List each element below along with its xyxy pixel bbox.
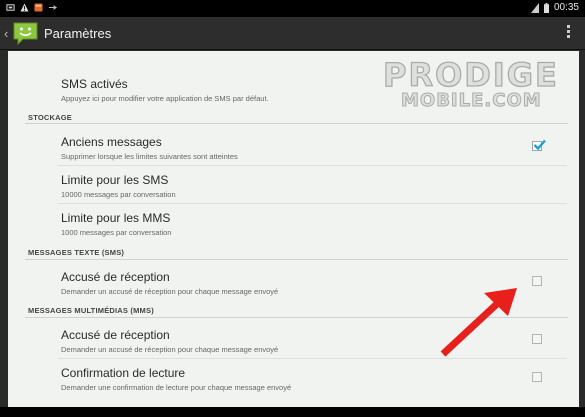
pref-title: Limite pour les MMS bbox=[61, 211, 171, 225]
settings-list: PRODIGE MOBILE.COM SMS activés Appuyez i… bbox=[8, 51, 579, 407]
page-title: Paramètres bbox=[44, 26, 112, 41]
pref-summary: Supprimer lorsque les limites suivantes … bbox=[61, 152, 238, 161]
pref-summary: Demander une confirmation de lecture pou… bbox=[61, 383, 292, 392]
category-divider bbox=[25, 317, 568, 318]
warning-icon bbox=[20, 3, 29, 12]
status-bar-system: 00:35 bbox=[530, 2, 579, 13]
category-divider bbox=[25, 123, 568, 124]
back-chevron-icon[interactable]: ‹ bbox=[4, 26, 8, 41]
pref-sms-delivery-report[interactable]: Accusé de réception Demander un accusé d… bbox=[61, 270, 551, 297]
pref-title: SMS activés bbox=[61, 77, 128, 91]
mms-read-report-checkbox[interactable] bbox=[532, 372, 542, 382]
usb-icon bbox=[48, 5, 57, 10]
pref-sms-enabled[interactable]: SMS activés Appuyez ici pour modifier vo… bbox=[61, 77, 551, 104]
action-bar: ‹ Paramètres bbox=[0, 17, 585, 50]
messaging-app-icon[interactable] bbox=[12, 21, 39, 46]
category-mms: MESSAGES MULTIMÉDIAS (MMS) bbox=[28, 306, 154, 315]
status-bar: 00:35 bbox=[0, 0, 585, 17]
pref-old-messages[interactable]: Anciens messages Supprimer lorsque les l… bbox=[61, 135, 551, 162]
old-messages-checkbox[interactable] bbox=[532, 139, 546, 151]
pref-title: Anciens messages bbox=[61, 135, 162, 149]
pref-title: Accusé de réception bbox=[61, 328, 170, 342]
pref-summary: 10000 messages par conversation bbox=[61, 190, 176, 199]
mms-delivery-report-checkbox[interactable] bbox=[532, 334, 542, 344]
pref-mms-read-report[interactable]: Confirmation de lecture Demander une con… bbox=[61, 366, 551, 393]
divider bbox=[58, 165, 567, 166]
overflow-menu-icon[interactable] bbox=[567, 25, 571, 38]
pref-summary: Demander un accusé de réception pour cha… bbox=[61, 345, 279, 354]
navigation-bar bbox=[0, 407, 585, 417]
pref-title: Limite pour les SMS bbox=[61, 173, 169, 187]
checkmark-icon bbox=[533, 139, 546, 151]
pref-mms-limit[interactable]: Limite pour les MMS 1000 messages par co… bbox=[61, 211, 551, 238]
screenshot-icon bbox=[6, 4, 15, 11]
signal-icon bbox=[530, 2, 539, 13]
category-sms: MESSAGES TEXTE (SMS) bbox=[28, 248, 125, 257]
pref-summary: 1000 messages par conversation bbox=[61, 228, 172, 237]
pref-summary: Appuyez ici pour modifier votre applicat… bbox=[61, 94, 269, 103]
status-time: 00:35 bbox=[553, 2, 579, 13]
category-storage: STOCKAGE bbox=[28, 113, 72, 122]
divider bbox=[58, 203, 567, 204]
divider bbox=[58, 358, 567, 359]
pref-title: Accusé de réception bbox=[61, 270, 170, 284]
pref-title: Confirmation de lecture bbox=[61, 366, 186, 380]
pref-mms-delivery-report[interactable]: Accusé de réception Demander un accusé d… bbox=[61, 328, 551, 355]
pref-summary: Demander un accusé de réception pour cha… bbox=[61, 287, 279, 296]
sms-delivery-report-checkbox[interactable] bbox=[532, 276, 542, 286]
status-bar-notifications bbox=[6, 3, 57, 12]
battery-icon bbox=[543, 2, 549, 13]
app-notification-icon bbox=[34, 3, 43, 12]
category-divider bbox=[25, 259, 568, 260]
pref-sms-limit[interactable]: Limite pour les SMS 10000 messages par c… bbox=[61, 173, 551, 200]
